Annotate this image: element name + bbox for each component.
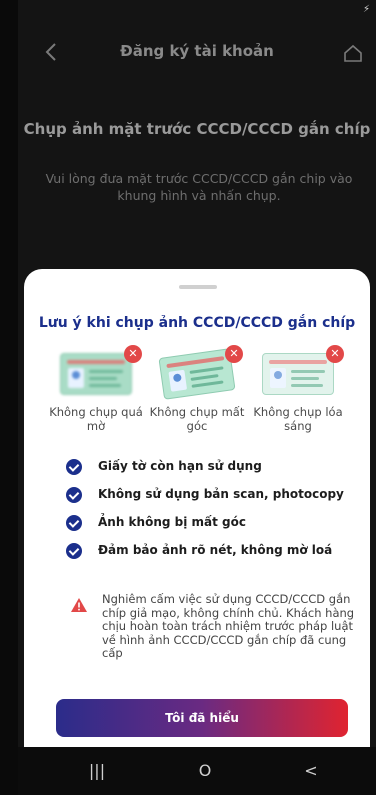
sheet-title: Lưu ý khi chụp ảnh CCCD/CCCD gắn chíp bbox=[38, 315, 356, 331]
error-x-icon: ✕ bbox=[124, 345, 142, 363]
bolt-icon: ⚡ bbox=[362, 4, 370, 15]
list-item: Giấy tờ còn hạn sử dụng bbox=[66, 455, 360, 483]
sheet-drag-handle[interactable] bbox=[179, 285, 217, 289]
tips-bottom-sheet: Lưu ý khi chụp ảnh CCCD/CCCD gắn chíp ✕ … bbox=[24, 269, 370, 747]
home-icon[interactable] bbox=[342, 42, 364, 64]
cropped-card-icon bbox=[158, 348, 236, 400]
home-circle-icon[interactable]: O bbox=[190, 761, 220, 781]
example-label: Không chụp quá mờ bbox=[49, 405, 143, 433]
glare-card-icon bbox=[262, 353, 334, 395]
system-nav-bar: ||| O < bbox=[18, 747, 376, 795]
legal-warning: Nghiêm cấm việc sử dụng CCCD/CCCD gắn ch… bbox=[70, 592, 356, 661]
warning-text: Nghiêm cấm việc sử dụng CCCD/CCCD gắn ch… bbox=[102, 592, 355, 660]
app-screen: ⚡ Đăng ký tài khoản Chụp ảnh mặt trước C… bbox=[18, 0, 376, 795]
status-bar: ⚡ bbox=[18, 0, 376, 22]
header-bar: Đăng ký tài khoản bbox=[18, 28, 376, 80]
example-blurry: ✕ Không chụp quá mờ bbox=[46, 345, 146, 433]
understood-button[interactable]: Tôi đã hiểu bbox=[56, 699, 348, 737]
error-x-icon: ✕ bbox=[326, 345, 344, 363]
list-item: Không sử dụng bản scan, photocopy bbox=[66, 483, 360, 511]
list-item: Ảnh không bị mất góc bbox=[66, 511, 360, 539]
error-x-icon: ✕ bbox=[225, 345, 243, 363]
example-label: Không chụp lóa sáng bbox=[253, 405, 343, 433]
recents-icon[interactable]: ||| bbox=[82, 761, 112, 781]
blurry-card-icon bbox=[60, 353, 132, 395]
list-item: Đảm bảo ảnh rõ nét, không mờ loá bbox=[66, 539, 360, 567]
example-cropped: ✕ Không chụp mất góc bbox=[147, 345, 247, 433]
requirements-list: Giấy tờ còn hạn sử dụng Không sử dụng bả… bbox=[66, 455, 360, 567]
example-glare: ✕ Không chụp lóa sáng bbox=[248, 345, 348, 433]
check-circle-icon bbox=[66, 543, 82, 559]
capture-title: Chụp ảnh mặt trước CCCD/CCCD gắn chíp bbox=[23, 120, 371, 138]
back-icon[interactable]: < bbox=[296, 761, 326, 781]
page-title: Đăng ký tài khoản bbox=[120, 42, 274, 60]
warning-triangle-icon bbox=[71, 598, 87, 612]
check-circle-icon bbox=[66, 459, 82, 475]
check-circle-icon bbox=[66, 515, 82, 531]
example-label: Không chụp mất góc bbox=[149, 405, 245, 433]
capture-description: Vui lòng đưa mặt trước CCCD/CCCD gắn chi… bbox=[45, 171, 353, 203]
photo-examples: ✕ Không chụp quá mờ ✕ Không chụp mất góc… bbox=[24, 345, 370, 443]
check-circle-icon bbox=[66, 487, 82, 503]
